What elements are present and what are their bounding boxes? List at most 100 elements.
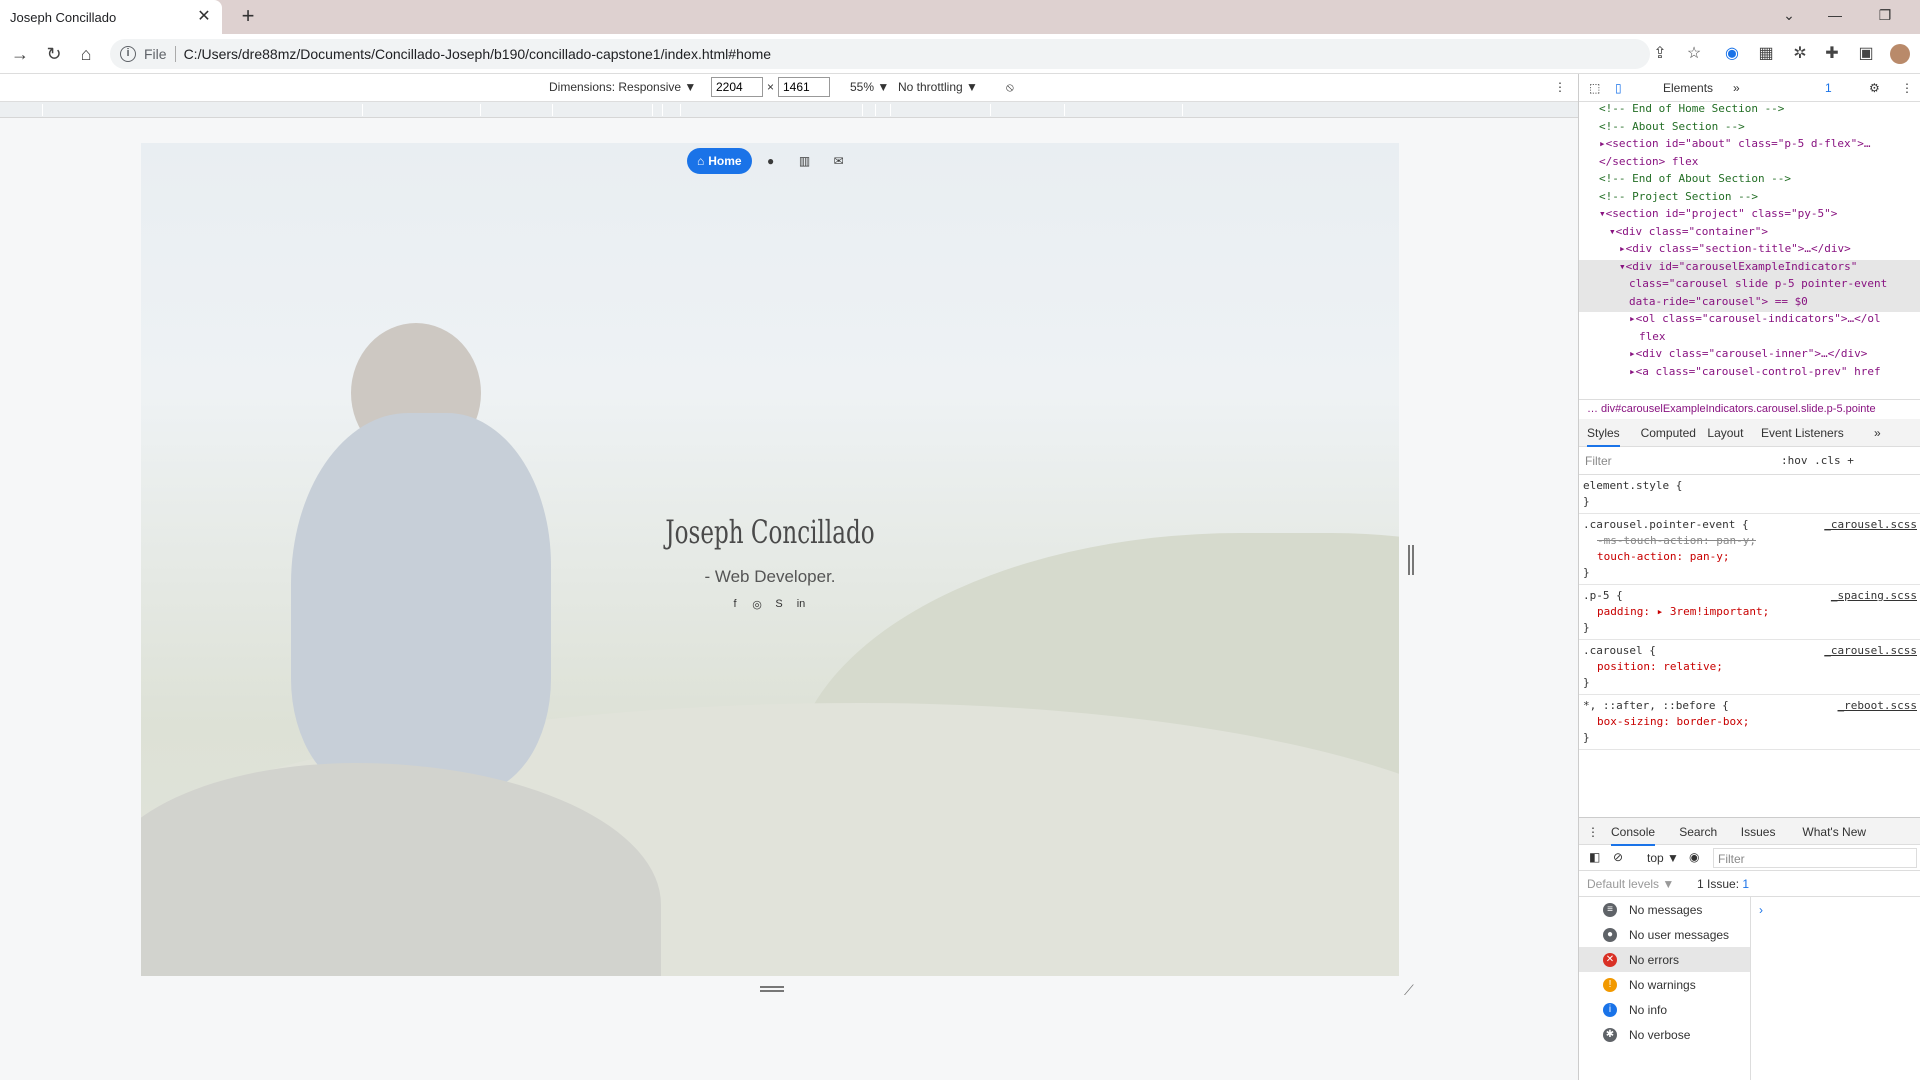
css-rule[interactable]: .carousel.pointer-event {_carousel.scss -… (1579, 514, 1920, 585)
styles-filter-input[interactable]: Filter (1585, 454, 1612, 468)
close-tab-icon[interactable]: ✕ (194, 7, 214, 27)
inspect-icon[interactable]: ⬚ (1589, 81, 1600, 95)
live-expression-eye-icon[interactable]: ◉ (1689, 850, 1699, 864)
dom-node-line[interactable]: </section> flex (1579, 155, 1920, 173)
context-selector[interactable]: top ▼ (1647, 851, 1679, 865)
dom-comment-line[interactable]: <!-- End of About Section --> (1579, 172, 1920, 190)
css-property[interactable]: position: relative; (1583, 659, 1917, 675)
url-text[interactable]: C:/Users/dre88mz/Documents/Concillado-Jo… (184, 46, 772, 62)
drawer-tab[interactable]: What's New (1802, 825, 1866, 839)
dimensions-dropdown[interactable]: Dimensions: Responsive ▼ (549, 80, 696, 94)
zoom-dropdown[interactable]: 55% ▼ (850, 80, 889, 94)
extension-badge-icon[interactable]: ▦ (1756, 44, 1776, 64)
skype-icon[interactable]: S (772, 598, 786, 611)
dom-node-line[interactable]: ▾<div class="container"> (1579, 225, 1920, 243)
dom-node-line[interactable]: ▸<div class="carousel-inner">…</div> (1579, 347, 1920, 365)
instagram-icon[interactable]: ◎ (750, 598, 764, 611)
dom-comment-line[interactable]: <!-- About Section --> (1579, 120, 1920, 138)
forward-icon[interactable]: → (8, 42, 32, 66)
dom-comment-line[interactable]: <!-- End of Home Section --> (1579, 102, 1920, 120)
home-icon[interactable]: ⌂ (74, 42, 98, 66)
dom-node-line[interactable]: ▸<div class="section-title">…</div> (1579, 242, 1920, 260)
drawer-tab[interactable]: Issues (1741, 825, 1776, 839)
reload-icon[interactable]: ↻ (42, 42, 66, 66)
console-filter-input[interactable]: Filter (1713, 848, 1917, 868)
height-input[interactable] (778, 77, 830, 97)
nav-home-button[interactable]: ⌂ Home (687, 148, 752, 174)
extensions-puzzle-icon[interactable]: ✚ (1822, 44, 1842, 64)
console-sidebar-item[interactable]: ✕ No errors (1579, 947, 1750, 972)
css-rule[interactable]: *, ::after, ::before {_reboot.scss box-si… (1579, 695, 1920, 750)
address-bar[interactable]: i File C:/Users/dre88mz/Documents/Concil… (110, 39, 1650, 69)
css-source-link[interactable]: _reboot.scss (1838, 698, 1917, 714)
console-sidebar-item[interactable]: ! No warnings (1579, 972, 1750, 997)
console-sidebar-item[interactable]: ✱ No verbose (1579, 1022, 1750, 1047)
css-rule[interactable]: .carousel {_carousel.scss position: relat… (1579, 640, 1920, 695)
css-property[interactable]: -ms-touch-action: pan-y; (1583, 533, 1917, 549)
dom-node-line[interactable]: ▸<a class="carousel-control-prev" href (1579, 365, 1920, 383)
console-sidebar-item[interactable]: ≡ No messages (1579, 897, 1750, 922)
width-input[interactable] (711, 77, 763, 97)
css-source-link[interactable]: _spacing.scss (1831, 588, 1917, 604)
styles-tab[interactable]: Event Listeners (1761, 426, 1844, 440)
extension-gear-icon[interactable]: ✲ (1790, 44, 1810, 64)
throttling-dropdown[interactable]: No throttling ▼ (898, 80, 978, 94)
drawer-menu-icon[interactable]: ⋮ (1587, 825, 1599, 839)
dom-tree[interactable]: <!-- End of Home Section --> <!-- About S… (1579, 102, 1920, 402)
css-source-link[interactable]: _carousel.scss (1824, 517, 1917, 533)
dom-node-line[interactable]: ▸<section id="about" class="p-5 d-flex">… (1579, 137, 1920, 155)
styles-tab[interactable]: Computed (1641, 426, 1696, 440)
resize-bottom-handle[interactable] (760, 986, 784, 992)
css-property[interactable]: padding: ▸ 3rem!important; (1583, 604, 1917, 620)
bookmark-star-icon[interactable]: ☆ (1684, 44, 1704, 64)
resize-right-handle[interactable] (1408, 545, 1414, 575)
styles-tab[interactable]: Styles (1587, 426, 1620, 447)
styles-tab[interactable]: » (1874, 426, 1881, 440)
more-tabs-icon[interactable]: » (1733, 81, 1740, 95)
dom-node-line[interactable]: ▾<section id="project" class="py-5"> (1579, 207, 1920, 225)
issues-badge[interactable]: 1 (1825, 81, 1832, 95)
css-rule[interactable]: element.style {} (1579, 475, 1920, 514)
styles-tools[interactable]: :hov .cls + (1781, 454, 1854, 467)
minimize-icon[interactable]: — (1812, 0, 1858, 30)
share-icon[interactable]: ⇪ (1650, 44, 1670, 64)
profile-avatar[interactable] (1890, 44, 1910, 64)
tab-search-icon[interactable]: ⌄ (1766, 0, 1812, 30)
device-toggle-icon[interactable]: ▯ (1615, 81, 1622, 95)
linkedin-icon[interactable]: in (794, 598, 808, 611)
css-source-link[interactable]: _carousel.scss (1824, 643, 1917, 659)
tab-elements[interactable]: Elements (1663, 81, 1713, 95)
console-sidebar-item[interactable]: i No info (1579, 997, 1750, 1022)
nav-projects-book-icon[interactable]: ▥ (790, 154, 820, 168)
css-rule[interactable]: .p-5 {_spacing.scss padding: ▸ 3rem!impor… (1579, 585, 1920, 640)
browser-tab[interactable]: Joseph Concillado ✕ (0, 0, 222, 34)
css-property[interactable]: box-sizing: border-box; (1583, 714, 1917, 730)
dom-node-line[interactable]: ▸<ol class="carousel-indicators">…</ol (1579, 312, 1920, 330)
more-options-icon[interactable]: ⋮ (1554, 80, 1566, 94)
restore-icon[interactable]: ❐ (1862, 0, 1908, 30)
site-info-icon[interactable]: i (120, 46, 136, 62)
nav-contact-envelope-icon[interactable]: ✉ (824, 154, 854, 168)
dom-node-line[interactable]: ▾<div id="carouselExampleIndicators" (1579, 259, 1920, 277)
settings-gear-icon[interactable]: ⚙ (1869, 81, 1880, 95)
styles-tab[interactable]: Layout (1707, 426, 1743, 440)
extension-icon[interactable]: ◉ (1722, 44, 1742, 64)
drawer-tab[interactable]: Search (1679, 825, 1717, 839)
dom-comment-line[interactable]: <!-- Project Section --> (1579, 190, 1920, 208)
side-panel-icon[interactable]: ▣ (1856, 44, 1876, 64)
resize-corner-icon[interactable]: ⟋ (1404, 982, 1414, 999)
nav-about-user-icon[interactable]: ● (756, 154, 786, 168)
issue-count[interactable]: 1 Issue: 1 (1697, 877, 1749, 891)
devtools-menu-icon[interactable]: ⋮ (1901, 81, 1913, 95)
css-property[interactable]: touch-action: pan-y; (1583, 549, 1917, 565)
sidebar-toggle-icon[interactable]: ◧ (1589, 850, 1600, 864)
console-sidebar-item[interactable]: ● No user messages (1579, 922, 1750, 947)
rotate-icon[interactable]: ⦸ (1006, 80, 1014, 95)
console-prompt-icon[interactable]: › (1759, 903, 1763, 917)
dom-node-line[interactable]: class="carousel slide p-5 pointer-event (1579, 277, 1920, 295)
facebook-icon[interactable]: f (728, 598, 742, 611)
media-query-ruler[interactable] (0, 102, 1578, 118)
drawer-tab[interactable]: Console (1611, 825, 1656, 846)
default-levels-dropdown[interactable]: Default levels ▼ (1587, 877, 1674, 891)
dom-node-line[interactable]: flex (1579, 330, 1920, 348)
